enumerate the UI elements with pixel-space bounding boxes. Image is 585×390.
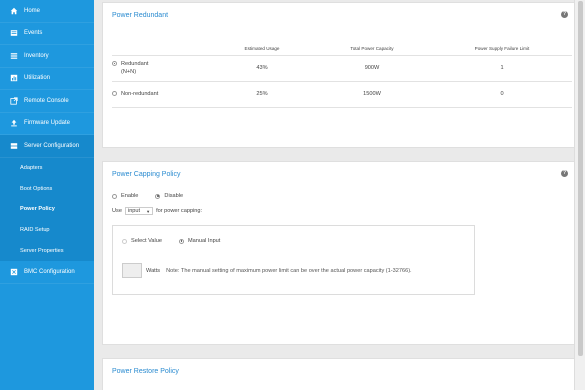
total-capacity: 900W bbox=[312, 55, 432, 82]
bmc-configuration-icon bbox=[9, 268, 18, 277]
select-value-radio[interactable] bbox=[122, 238, 127, 244]
manual-input-radio[interactable] bbox=[179, 238, 184, 244]
capping-input-box: Select Value Manual Input Watts Note: Th… bbox=[112, 225, 475, 295]
events-icon bbox=[9, 29, 18, 38]
watts-label: Watts bbox=[146, 267, 161, 274]
estimated-usage: 25% bbox=[212, 81, 312, 108]
enable-disable-row: Enable Disable bbox=[112, 193, 183, 199]
help-icon[interactable]: ? bbox=[561, 170, 568, 177]
scrollbar-thumb[interactable] bbox=[578, 1, 583, 356]
table-row: Non-redundant 25% 1500W 0 bbox=[112, 81, 572, 108]
sidebar-item-bmc-configuration[interactable]: BMC Configuration bbox=[0, 261, 94, 284]
table-header: Power Supply Failure Limit bbox=[432, 43, 572, 56]
redundancy-table: Estimated Usage Total Power Capacity Pow… bbox=[112, 43, 572, 108]
enable-radio[interactable] bbox=[112, 193, 117, 199]
radio-button[interactable] bbox=[112, 61, 117, 66]
total-capacity: 1500W bbox=[312, 81, 432, 108]
manual-input-label: Manual Input bbox=[188, 238, 221, 244]
disable-radio[interactable] bbox=[155, 193, 161, 199]
option-sublabel: (N+N) bbox=[121, 69, 137, 75]
sidebar-subitem-server-properties[interactable]: Server Properties bbox=[0, 240, 94, 262]
failure-limit: 0 bbox=[432, 81, 572, 108]
power-redundant-card: Power Redundant ? Estimated Usage Total … bbox=[102, 2, 578, 148]
watts-row: Watts Note: The manual setting of maximu… bbox=[122, 263, 412, 278]
table-header: Estimated Usage bbox=[212, 43, 312, 56]
remote-console-icon bbox=[9, 96, 18, 105]
power-capping-title: Power Capping Policy bbox=[112, 171, 181, 178]
sidebar-subitem-adapters[interactable]: Adapters bbox=[0, 157, 94, 179]
disable-label: Disable bbox=[164, 193, 184, 199]
scrollbar[interactable] bbox=[574, 0, 585, 390]
sidebar-item-server-configuration[interactable]: Server Configuration bbox=[0, 135, 94, 158]
chevron-down-icon: ▼ bbox=[146, 208, 151, 214]
sidebar-subitem-raid-setup[interactable]: RAID Setup bbox=[0, 219, 94, 241]
utilization-icon bbox=[9, 74, 18, 83]
help-icon[interactable]: ? bbox=[561, 11, 568, 18]
power-restore-card: Power Restore Policy bbox=[102, 358, 578, 390]
sidebar: Home Events Inventory Utilization Remote… bbox=[0, 0, 94, 390]
use-suffix: for power capping: bbox=[156, 208, 203, 214]
sidebar-item-label: BMC Configuration bbox=[24, 269, 75, 276]
sidebar-subitem-boot-options[interactable]: Boot Options bbox=[0, 178, 94, 200]
sidebar-item-label: Home bbox=[24, 7, 41, 14]
sidebar-item-inventory[interactable]: Inventory bbox=[0, 45, 94, 68]
capping-note: Note: The manual setting of maximum powe… bbox=[166, 267, 412, 274]
sidebar-item-label: Server Configuration bbox=[24, 142, 80, 149]
sidebar-item-events[interactable]: Events bbox=[0, 23, 94, 45]
table-header-empty bbox=[112, 43, 212, 56]
inventory-icon bbox=[9, 51, 18, 60]
power-redundant-title: Power Redundant bbox=[112, 12, 169, 19]
firmware-update-icon bbox=[9, 119, 18, 128]
table-header: Total Power Capacity bbox=[312, 43, 432, 56]
server-configuration-icon bbox=[9, 141, 18, 150]
sidebar-item-remote-console[interactable]: Remote Console bbox=[0, 90, 94, 113]
sidebar-item-label: Firmware Update bbox=[24, 120, 71, 127]
estimated-usage: 43% bbox=[212, 55, 312, 82]
card-title: Power Redundant ? bbox=[103, 3, 577, 27]
sidebar-item-label: Events bbox=[24, 30, 43, 37]
sidebar-item-home[interactable]: Home bbox=[0, 0, 94, 23]
sidebar-item-utilization[interactable]: Utilization bbox=[0, 68, 94, 90]
option-label: Redundant bbox=[121, 61, 149, 67]
use-prefix: Use bbox=[112, 208, 122, 214]
sidebar-item-label: Utilization bbox=[24, 75, 51, 82]
sidebar-item-firmware-update[interactable]: Firmware Update bbox=[0, 113, 94, 135]
home-icon bbox=[9, 6, 18, 15]
main-content: Power Redundant ? Estimated Usage Total … bbox=[94, 0, 578, 390]
select-value: input bbox=[127, 208, 141, 214]
sidebar-subitem-power-policy[interactable]: Power Policy bbox=[0, 199, 94, 220]
capping-mode-select[interactable]: input ▼ bbox=[124, 207, 154, 215]
watts-input[interactable] bbox=[122, 263, 142, 278]
select-value-label: Select Value bbox=[131, 238, 162, 244]
sidebar-item-label: Remote Console bbox=[24, 97, 69, 104]
card-title: Power Capping Policy ? bbox=[103, 162, 577, 186]
radio-button[interactable] bbox=[112, 91, 117, 97]
sidebar-item-label: Inventory bbox=[24, 52, 49, 59]
table-row: Redundant (N+N) 43% 900W 1 bbox=[112, 55, 572, 82]
value-mode-row: Select Value Manual Input bbox=[122, 238, 220, 244]
option-label: Non-redundant bbox=[121, 91, 159, 97]
redundancy-option[interactable]: Redundant (N+N) bbox=[112, 55, 212, 82]
failure-limit: 1 bbox=[432, 55, 572, 82]
enable-label: Enable bbox=[121, 193, 139, 199]
power-capping-card: Power Capping Policy ? Enable Disable Us… bbox=[102, 161, 578, 345]
card-title: Power Restore Policy bbox=[103, 359, 577, 383]
use-row: Use input ▼ for power capping: bbox=[112, 207, 202, 215]
redundancy-option[interactable]: Non-redundant bbox=[112, 81, 212, 108]
power-restore-title: Power Restore Policy bbox=[112, 368, 179, 375]
